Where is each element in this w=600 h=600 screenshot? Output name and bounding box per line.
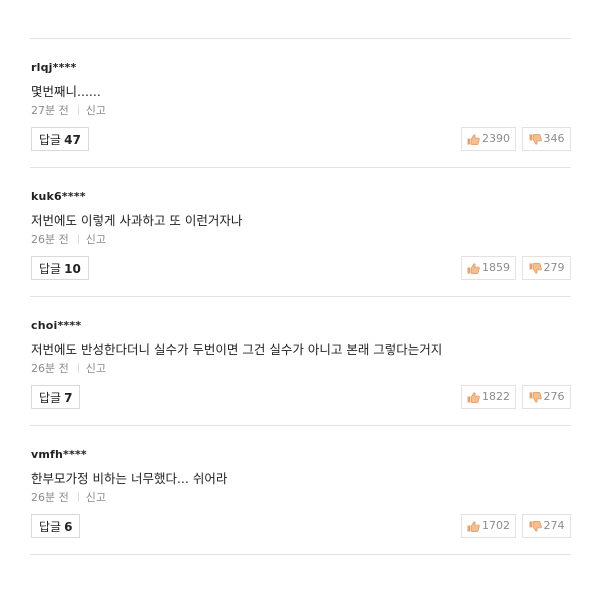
comment-username[interactable]: vmfh****: [31, 448, 87, 461]
comment-username[interactable]: kuk6****: [31, 190, 86, 203]
comment-meta: 27분 전 신고: [31, 102, 106, 118]
like-count: 1822: [482, 390, 510, 403]
reply-label: 답글: [39, 262, 62, 276]
report-link[interactable]: 신고: [86, 362, 106, 375]
thumbs-up-icon: [467, 133, 480, 145]
reply-label: 답글: [39, 133, 62, 147]
reply-button[interactable]: 답글 10: [31, 256, 89, 280]
report-link[interactable]: 신고: [86, 491, 106, 504]
reply-button[interactable]: 답글 6: [31, 514, 81, 538]
dislike-count: 346: [543, 132, 565, 145]
thumbs-down-icon: [529, 133, 542, 145]
dislike-button[interactable]: 346: [522, 127, 571, 151]
comment-text: 한부모가정 비하는 너무했다... 쉬어라: [31, 471, 228, 486]
dislike-button[interactable]: 279: [522, 256, 571, 280]
like-count: 1859: [482, 261, 510, 274]
reply-label: 답글: [39, 391, 62, 405]
reply-count: 10: [64, 262, 81, 276]
meta-divider: [77, 492, 79, 502]
reply-label: 답글: [39, 520, 62, 534]
dislike-count: 279: [543, 261, 565, 274]
comment-meta: 26분 전 신고: [31, 489, 106, 505]
comment-meta: 26분 전 신고: [31, 360, 106, 376]
comment-meta: 26분 전 신고: [31, 231, 106, 247]
comment-username[interactable]: choi****: [31, 319, 81, 332]
reply-count: 47: [64, 133, 81, 147]
comment-time: 26분 전: [31, 362, 69, 375]
comment-username[interactable]: rlqj****: [31, 61, 76, 74]
comment-item: choi**** 저번에도 반성한다더니 실수가 두번이면 그건 실수가 아니고…: [30, 297, 571, 426]
reply-button[interactable]: 답글 47: [31, 127, 89, 151]
comment-time: 26분 전: [31, 491, 69, 504]
thumbs-down-icon: [529, 391, 542, 403]
like-button[interactable]: 1702: [461, 514, 516, 538]
like-count: 1702: [482, 519, 510, 532]
dislike-button[interactable]: 274: [522, 514, 571, 538]
meta-divider: [77, 234, 79, 244]
reply-count: 6: [64, 520, 73, 534]
comment-text: 저번에도 이렇게 사과하고 또 이런거자나: [31, 213, 243, 228]
like-count: 2390: [482, 132, 510, 145]
reply-count: 7: [64, 391, 73, 405]
dislike-count: 274: [543, 519, 565, 532]
thumbs-down-icon: [529, 520, 542, 532]
comment-item: rlqj**** 몇번째니...... 27분 전 신고 답글 47 2390 34…: [30, 39, 571, 168]
comment-list: rlqj**** 몇번째니...... 27분 전 신고 답글 47 2390 34…: [30, 38, 571, 555]
thumbs-up-icon: [467, 391, 480, 403]
thumbs-up-icon: [467, 520, 480, 532]
report-link[interactable]: 신고: [86, 233, 106, 246]
dislike-count: 276: [543, 390, 565, 403]
comment-text: 저번에도 반성한다더니 실수가 두번이면 그건 실수가 아니고 본래 그렇다는거…: [31, 342, 443, 357]
like-button[interactable]: 2390: [461, 127, 516, 151]
thumbs-up-icon: [467, 262, 480, 274]
thumbs-down-icon: [529, 262, 542, 274]
meta-divider: [77, 363, 79, 373]
comment-text: 몇번째니......: [31, 84, 101, 99]
comment-item: kuk6**** 저번에도 이렇게 사과하고 또 이런거자나 26분 전 신고 답…: [30, 168, 571, 297]
report-link[interactable]: 신고: [86, 104, 106, 117]
like-button[interactable]: 1859: [461, 256, 516, 280]
comment-time: 27분 전: [31, 104, 69, 117]
reply-button[interactable]: 답글 7: [31, 385, 81, 409]
dislike-button[interactable]: 276: [522, 385, 571, 409]
like-button[interactable]: 1822: [461, 385, 516, 409]
comment-item: vmfh**** 한부모가정 비하는 너무했다... 쉬어라 26분 전 신고 답…: [30, 426, 571, 555]
meta-divider: [77, 105, 79, 115]
comment-time: 26분 전: [31, 233, 69, 246]
